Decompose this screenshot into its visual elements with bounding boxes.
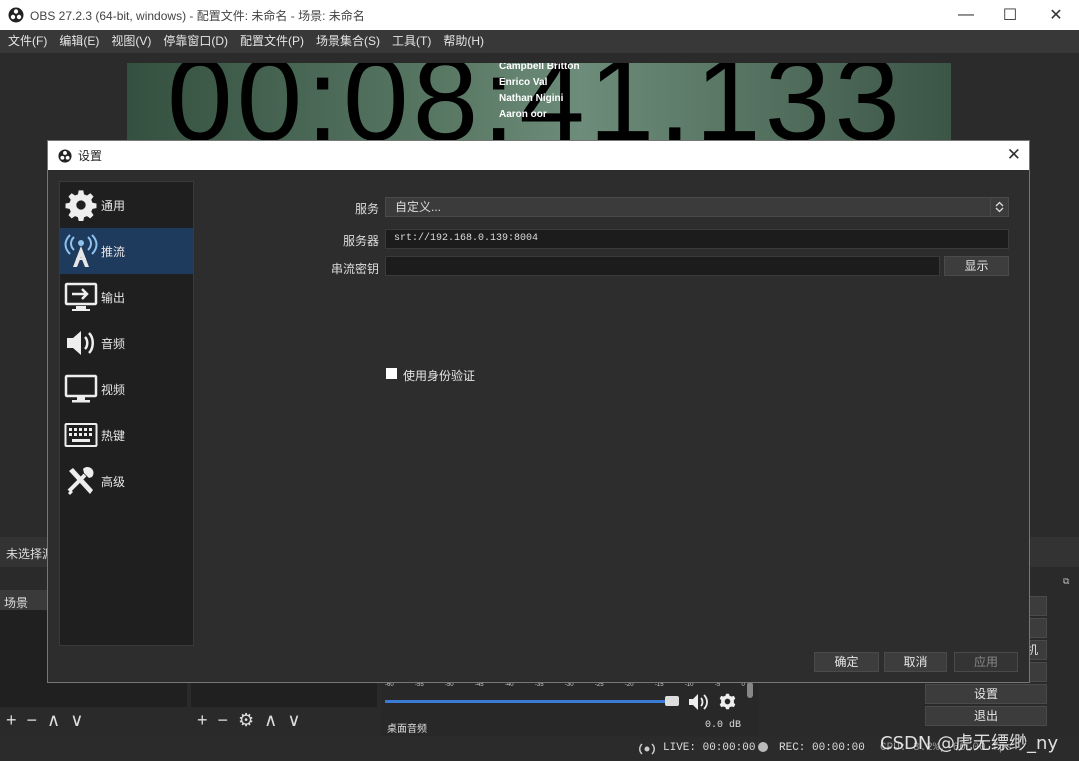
chevron-updown-icon xyxy=(990,198,1008,216)
output-monitor-icon xyxy=(64,282,98,311)
menu-scene-collection[interactable]: 场景集合(S) xyxy=(310,30,386,53)
volume-slider-handle[interactable] xyxy=(665,696,679,706)
tools-icon xyxy=(67,466,94,495)
nav-label: 输出 xyxy=(101,290,126,305)
dock-float-icon[interactable]: ⧉ xyxy=(1063,576,1069,587)
menu-edit[interactable]: 编辑(E) xyxy=(53,30,105,53)
settings-button[interactable]: 设置 xyxy=(925,684,1047,704)
mixer-scrollbar[interactable] xyxy=(747,682,753,698)
service-label: 服务 xyxy=(354,202,379,216)
credit-line: Enrico Val xyxy=(499,77,548,88)
menu-file[interactable]: 文件(F) xyxy=(2,30,53,53)
source-properties-button[interactable]: ⚙ xyxy=(238,710,254,731)
credit-line: Nathan Nigini xyxy=(499,93,564,104)
csdn-watermark: CSDN @虎无缥缈_ny xyxy=(880,733,1059,754)
gear-icon xyxy=(65,190,97,221)
settings-close-button[interactable]: ✕ xyxy=(1007,145,1021,165)
server-input[interactable]: srt://192.168.0.139:8004 xyxy=(385,229,1009,249)
scenes-toolbar: + − ∧ ∨ xyxy=(6,708,83,732)
menu-tools[interactable]: 工具(T) xyxy=(386,30,437,53)
apply-button[interactable]: 应用 xyxy=(954,652,1018,672)
window-title: OBS 27.2.3 (64-bit, windows) - 配置文件: 未命名… xyxy=(30,8,365,23)
keyboard-icon xyxy=(64,423,98,447)
nav-label: 通用 xyxy=(101,198,126,213)
move-source-down-button[interactable]: ∨ xyxy=(287,710,300,731)
nav-label: 视频 xyxy=(101,382,126,397)
nav-item-video[interactable]: 视频 xyxy=(60,366,193,412)
broadcast-tower-icon xyxy=(64,234,98,267)
settings-dialog: 设置 ✕ 通用 推流 输出 音频 视频 热键 高级 服务 自定义... 服务器 … xyxy=(47,140,1030,683)
window-titlebar: OBS 27.2.3 (64-bit, windows) - 配置文件: 未命名… xyxy=(0,0,1079,30)
cancel-button[interactable]: 取消 xyxy=(884,652,947,672)
menu-bar: 文件(F) 编辑(E) 视图(V) 停靠窗口(D) 配置文件(P) 场景集合(S… xyxy=(0,30,1079,53)
service-select[interactable]: 自定义... xyxy=(385,197,1009,217)
add-scene-button[interactable]: + xyxy=(6,710,17,731)
record-dot-icon xyxy=(758,742,768,752)
preview-canvas[interactable]: 00:08:41.133 Campbell Britton Enrico Val… xyxy=(127,63,951,141)
use-auth-checkbox[interactable] xyxy=(386,368,397,379)
stream-key-label: 串流密钥 xyxy=(330,262,379,276)
move-scene-down-button[interactable]: ∨ xyxy=(70,710,83,731)
obs-logo-icon xyxy=(58,148,72,163)
menu-profile[interactable]: 配置文件(P) xyxy=(234,30,310,53)
volume-slider-track[interactable] xyxy=(385,700,673,703)
maximize-button[interactable]: ☐ xyxy=(987,0,1033,30)
mixer-source-name: 桌面音频 xyxy=(387,724,427,735)
move-scene-up-button[interactable]: ∧ xyxy=(47,710,60,731)
settings-dialog-title: 设置 xyxy=(78,149,103,163)
service-selected-value: 自定义... xyxy=(395,200,442,214)
ok-button[interactable]: 确定 xyxy=(814,652,879,672)
settings-dialog-titlebar: 设置 ✕ xyxy=(48,141,1029,170)
scenes-dock-title: 场景 xyxy=(4,596,29,610)
remove-scene-button[interactable]: − xyxy=(27,710,38,731)
nav-item-general[interactable]: 通用 xyxy=(60,182,193,228)
menu-docks[interactable]: 停靠窗口(D) xyxy=(157,30,234,53)
credit-line: Aaron oor xyxy=(499,109,547,120)
settings-dialog-body: 通用 推流 输出 音频 视频 热键 高级 服务 自定义... 服务器 srt:/… xyxy=(48,170,1029,682)
server-label: 服务器 xyxy=(342,234,379,248)
settings-nav-list: 通用 推流 输出 音频 视频 热键 高级 xyxy=(59,181,194,646)
obs-logo-icon xyxy=(8,7,24,23)
nav-item-output[interactable]: 输出 xyxy=(60,274,193,320)
mixer-level-readout: 0.0 dB xyxy=(704,720,741,731)
menu-help[interactable]: 帮助(H) xyxy=(437,30,490,53)
exit-button[interactable]: 退出 xyxy=(925,706,1047,726)
live-broadcast-icon xyxy=(639,743,655,755)
nav-label: 热键 xyxy=(101,428,126,443)
nav-item-audio[interactable]: 音频 xyxy=(60,320,193,366)
use-auth-label: 使用身份验证 xyxy=(403,369,476,383)
mixer-gear-icon[interactable] xyxy=(719,693,736,710)
nav-item-hotkeys[interactable]: 热键 xyxy=(60,412,193,458)
move-source-up-button[interactable]: ∧ xyxy=(264,710,277,731)
sources-toolbar: + − ⚙ ∧ ∨ xyxy=(197,708,301,732)
nav-label: 音频 xyxy=(101,336,126,351)
nav-label: 高级 xyxy=(101,474,126,489)
remove-source-button[interactable]: − xyxy=(218,710,229,731)
minimize-button[interactable]: — xyxy=(943,0,989,30)
stream-key-input[interactable] xyxy=(385,256,940,276)
live-time: LIVE: 00:00:00 xyxy=(663,742,756,754)
show-key-button[interactable]: 显示 xyxy=(944,256,1009,276)
speaker-icon xyxy=(67,331,94,355)
menu-view[interactable]: 视图(V) xyxy=(105,30,157,53)
nav-label: 推流 xyxy=(101,244,126,259)
credit-line: Campbell Britton xyxy=(499,63,580,72)
audio-mixer: -60 -55 -50 -45 -40 -35 -30 -25 -20 -15 … xyxy=(381,680,759,736)
speaker-mute-icon[interactable] xyxy=(687,692,711,712)
nav-item-advanced[interactable]: 高级 xyxy=(60,458,193,504)
monitor-icon xyxy=(64,374,98,403)
nav-item-stream[interactable]: 推流 xyxy=(60,228,193,274)
close-button[interactable]: ✕ xyxy=(1033,0,1079,30)
add-source-button[interactable]: + xyxy=(197,710,208,731)
rec-time: REC: 00:00:00 xyxy=(779,742,865,754)
preview-credits: Campbell Britton Enrico Val Nathan Nigin… xyxy=(499,63,580,123)
